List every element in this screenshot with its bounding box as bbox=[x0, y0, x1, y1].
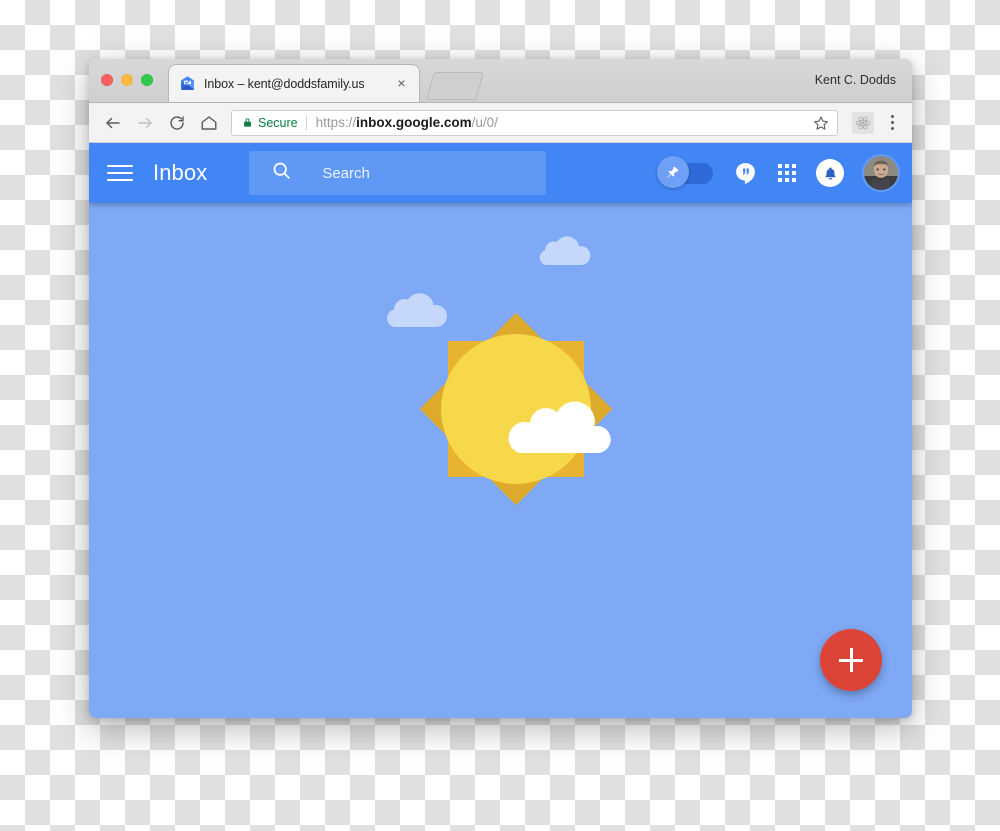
browser-tab[interactable]: Inbox – kent@doddsfamily.us × bbox=[168, 64, 420, 102]
bell-icon[interactable] bbox=[816, 159, 844, 187]
url-text: https://inbox.google.com/u/0/ bbox=[316, 115, 498, 130]
tab-strip: Inbox – kent@doddsfamily.us × Kent C. Do… bbox=[89, 59, 912, 103]
cloud-icon bbox=[499, 392, 617, 459]
search-input[interactable]: Search bbox=[249, 151, 547, 195]
avatar[interactable] bbox=[864, 156, 898, 190]
inbox-app-header: Inbox Search bbox=[89, 143, 912, 203]
pin-toggle[interactable] bbox=[657, 156, 713, 188]
cloud-icon bbox=[534, 232, 592, 271]
react-devtools-icon[interactable] bbox=[852, 111, 874, 134]
home-icon[interactable] bbox=[195, 109, 222, 136]
inbox-by-gmail-icon bbox=[179, 75, 196, 92]
search-placeholder: Search bbox=[322, 164, 370, 182]
url-host: inbox.google.com bbox=[356, 115, 472, 130]
star-icon[interactable] bbox=[813, 115, 829, 131]
compose-button[interactable] bbox=[820, 629, 882, 691]
url-path: /u/0/ bbox=[471, 115, 498, 130]
close-window-button[interactable] bbox=[101, 74, 113, 86]
search-icon bbox=[271, 160, 292, 186]
minimize-window-button[interactable] bbox=[121, 74, 133, 86]
empty-state-illustration bbox=[89, 203, 912, 718]
browser-toolbar: Secure https://inbox.google.com/u/0/ bbox=[89, 103, 912, 143]
reload-icon[interactable] bbox=[163, 109, 190, 136]
zoom-window-button[interactable] bbox=[141, 74, 153, 86]
pin-icon bbox=[667, 166, 679, 178]
arrow-left-icon[interactable] bbox=[99, 109, 126, 136]
hangouts-icon[interactable] bbox=[733, 161, 758, 186]
pin-toggle-knob bbox=[657, 156, 689, 188]
arrow-right-icon[interactable] bbox=[131, 109, 158, 136]
hamburger-menu-icon[interactable] bbox=[107, 160, 133, 186]
lock-icon bbox=[242, 116, 253, 129]
omnibox[interactable]: Secure https://inbox.google.com/u/0/ bbox=[231, 109, 838, 136]
sun-icon bbox=[419, 312, 613, 506]
url-scheme: https:// bbox=[315, 115, 357, 130]
header-actions bbox=[657, 156, 898, 190]
security-label: Secure bbox=[258, 115, 298, 130]
plus-icon-vertical bbox=[849, 648, 853, 672]
tab-title: Inbox – kent@doddsfamily.us bbox=[204, 76, 365, 91]
browser-window: Inbox – kent@doddsfamily.us × Kent C. Do… bbox=[89, 59, 912, 718]
page-title: Inbox bbox=[153, 160, 208, 185]
three-dot-menu-icon[interactable] bbox=[882, 111, 902, 135]
page-viewport: Inbox Search bbox=[89, 143, 912, 718]
new-tab-button[interactable] bbox=[425, 72, 485, 100]
apps-grid-icon[interactable] bbox=[778, 164, 796, 182]
browser-profile-name[interactable]: Kent C. Dodds bbox=[815, 73, 896, 87]
close-icon[interactable]: × bbox=[394, 76, 409, 91]
window-traffic-lights bbox=[101, 74, 153, 86]
omnibox-divider bbox=[305, 115, 307, 130]
